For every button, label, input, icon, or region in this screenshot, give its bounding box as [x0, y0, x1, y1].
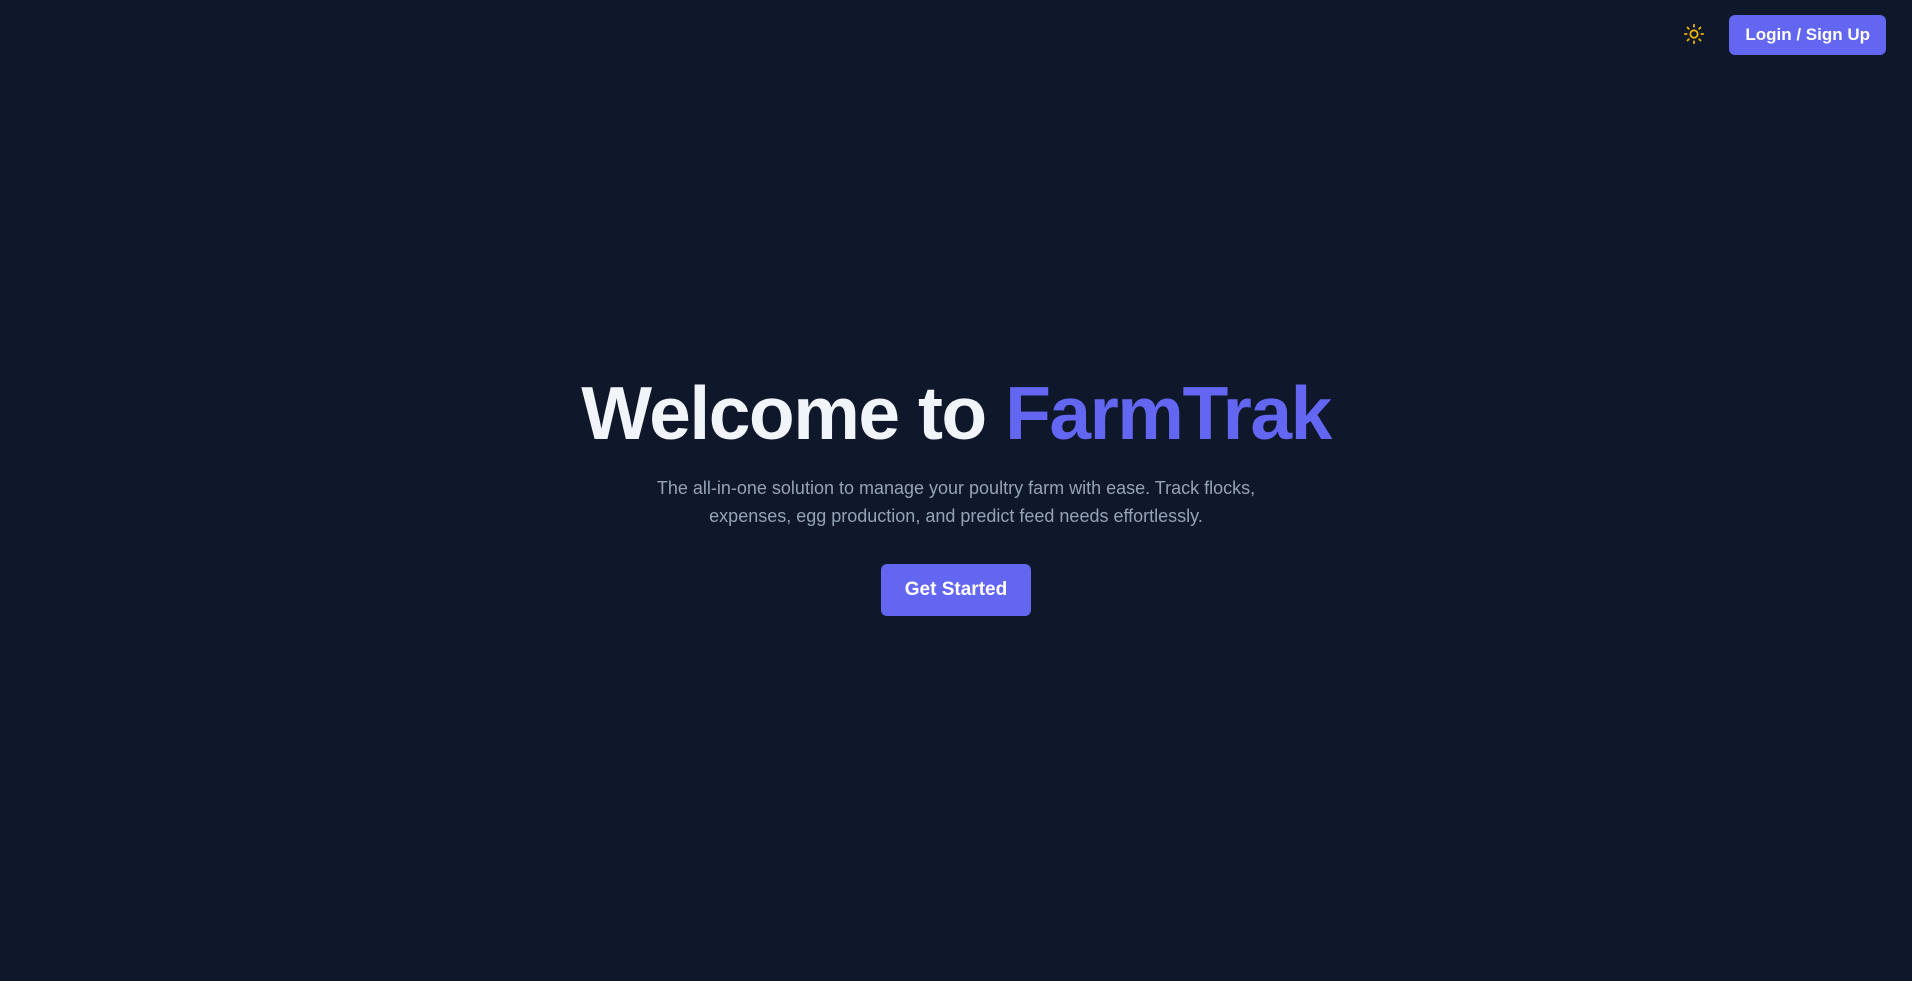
- sun-icon: [1683, 23, 1705, 48]
- hero-subtitle: The all-in-one solution to manage your p…: [656, 478, 1256, 526]
- theme-toggle-button[interactable]: [1677, 18, 1711, 52]
- hero-section: Welcome to FarmTrak The all-in-one solut…: [0, 370, 1912, 616]
- get-started-button[interactable]: Get Started: [880, 564, 1032, 616]
- login-signup-button[interactable]: Login / Sign Up: [1729, 15, 1886, 55]
- top-bar: Login / Sign Up: [1677, 15, 1886, 55]
- brand-name: FarmTrak: [1005, 371, 1332, 455]
- hero-title-prefix: Welcome to: [581, 371, 1006, 455]
- landing-page: Login / Sign Up Welcome to FarmTrak The …: [0, 0, 1912, 981]
- hero-title: Welcome to FarmTrak: [0, 370, 1912, 456]
